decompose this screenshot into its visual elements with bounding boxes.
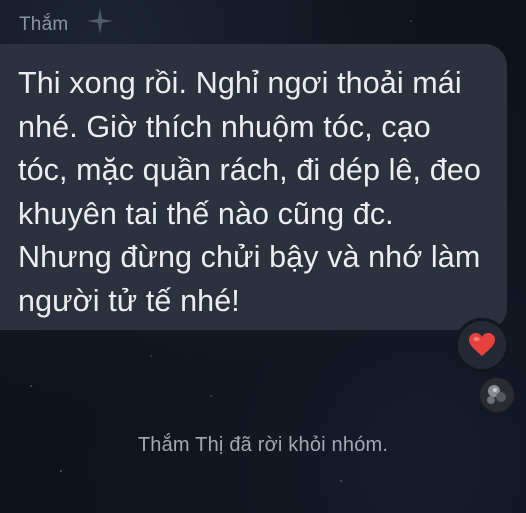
message-text: Thi xong rồi. Nghỉ ngơi thoải mái nhé. G… — [18, 66, 481, 318]
star-decoration — [210, 395, 212, 397]
system-message: Thắm Thị đã rời khỏi nhóm. — [137, 434, 389, 456]
heart-icon — [469, 333, 495, 356]
message-bubble[interactable]: Thi xong rồi. Nghỉ ngơi thoải mái nhé. G… — [0, 44, 507, 330]
message-reaction[interactable] — [455, 318, 509, 372]
star-decoration — [30, 385, 32, 387]
star-decoration — [60, 470, 62, 472]
star-decoration — [410, 20, 412, 22]
avatar-image — [480, 378, 514, 412]
sparkle-icon — [87, 8, 113, 34]
seen-avatar[interactable] — [480, 378, 514, 412]
star-decoration — [340, 480, 342, 482]
sender-name: Thắm — [19, 14, 69, 35]
star-decoration — [150, 355, 152, 357]
